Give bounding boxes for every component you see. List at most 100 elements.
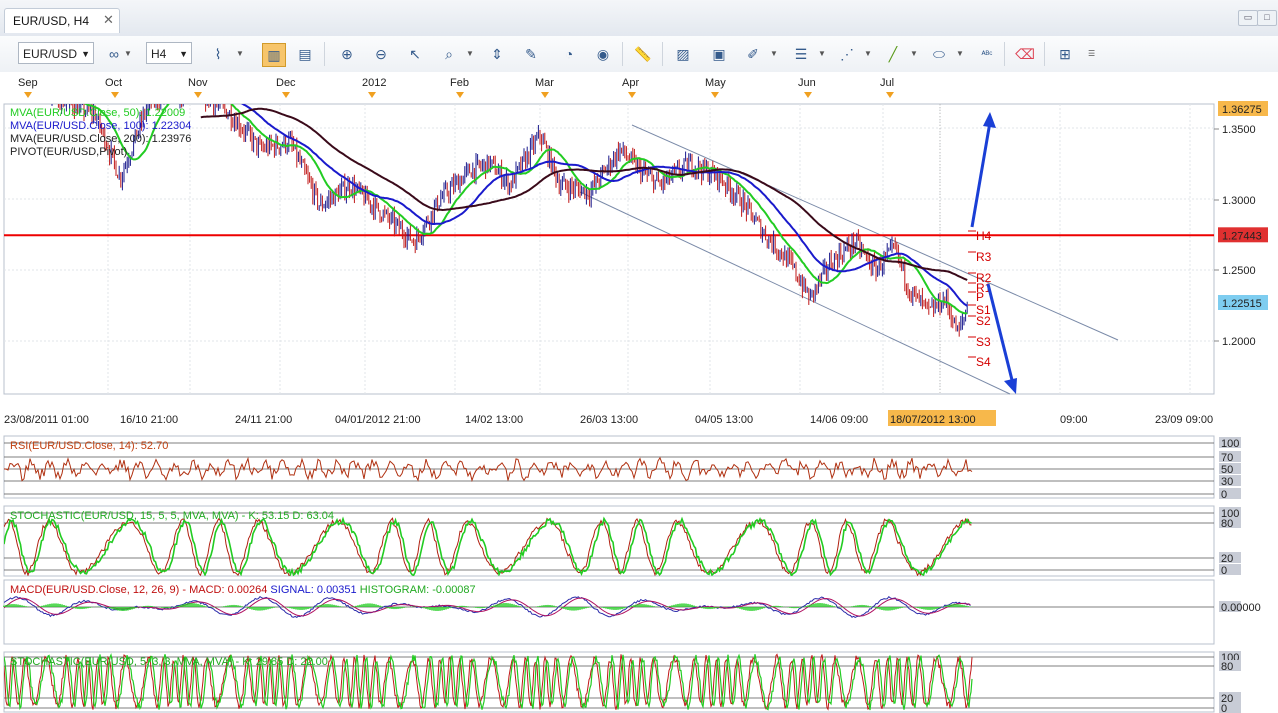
month-marker [628,92,636,98]
globe-icon[interactable]: ◉ [592,43,614,65]
toolbar-separator [1004,42,1005,66]
ruler-icon[interactable]: 📏 [632,43,654,65]
time-label: 04/05 13:00 [695,414,753,426]
month-marker [368,92,376,98]
time-label: 16/10 21:00 [120,414,178,426]
maximize-icon[interactable]: □ [1257,10,1277,26]
timeframe-value: H4 [151,47,167,61]
restore-icon[interactable]: ▭ [1238,10,1258,26]
stochastic-panel-1: STOCHASTIC(EUR/USD, 15, 5, 5, MVA, MVA) … [3,505,1241,577]
timeframe-select[interactable]: H4 ▼ [146,42,192,64]
indicator-icon[interactable]: ◔ [558,43,580,65]
month-label: Dec [276,77,296,89]
eraser-icon[interactable]: ⌫ [1014,43,1036,65]
level-label: 50 [1221,464,1233,476]
chevron-down-icon[interactable]: ▼ [236,43,244,65]
level-label: 70 [1221,452,1233,464]
pivot-label-r3: R3 [976,250,992,264]
time-label: 24/11 21:00 [235,414,292,426]
top-price-label: 1.36275 [1222,104,1262,116]
month-marker [111,92,119,98]
candle-chart-icon[interactable]: ▤ [294,43,316,65]
month-label: Oct [105,77,122,89]
month-marker [456,92,464,98]
chevron-down-icon[interactable]: ▼ [956,43,964,65]
rsi-label: RSI(EUR/USD.Close, 14): 52.70 [10,440,168,452]
chevron-down-icon[interactable]: ▼ [770,43,778,65]
price-axis: 1.36275 1.3500 1.3000 1.2500 1.2000 1.27443 1.… [1214,101,1268,348]
toolbar-separator [324,42,325,66]
time-label: 18/07/2012 13:00 [890,414,976,426]
month-label: 2012 [362,77,386,89]
chevron-down-icon[interactable]: ▼ [124,43,132,65]
month-label: Sep [18,77,38,89]
pivot-label-s2: S2 [976,314,991,328]
lines-icon[interactable]: ☰ [790,43,812,65]
chevron-down-icon[interactable]: ▼ [466,43,474,65]
zoom-select-icon[interactable]: ⌕ [438,43,460,65]
legend-item: MVA(EUR/USD.Close, 200): 1.23976 [10,133,191,145]
chevron-down-icon: ▼ [81,49,90,59]
link-icon[interactable]: ∞ [103,43,125,65]
resistance-price-label: 1.27443 [1222,230,1262,242]
level-label: 0.00000 [1221,602,1261,614]
close-icon[interactable]: ✕ [103,12,114,28]
month-label: Mar [535,77,554,89]
toolbar-overflow-icon[interactable]: ☰ [1088,43,1095,65]
time-label: 23/09 09:00 [1155,414,1213,426]
chevron-down-icon[interactable]: ▼ [818,43,826,65]
zoom-in-icon[interactable]: ⊕ [336,43,358,65]
chart-toolbar: EUR/USD ▼ ∞ ▼ H4 ▼ ⌇ ▼ ▥ ▤ ⊕ ⊖ ↖ ⌕ ▼ ⇕ ✎ ◔… [0,36,1278,73]
month-label: Feb [450,77,469,89]
trendline-icon[interactable]: ╱ [882,43,904,65]
fit-icon[interactable]: ⇕ [486,43,508,65]
pen-icon[interactable]: ✐ [742,43,764,65]
level-label: 80 [1221,661,1233,673]
window-titlebar: EUR/USD, H4 ✕ ▭ □ [0,0,1278,37]
text-icon[interactable]: ᴬᴮᶜ [976,43,998,65]
month-label: Jul [880,77,894,89]
image-icon[interactable]: ▨ [672,43,694,65]
time-axis: 23/08/2011 01:00 16/10 21:00 24/11 21:00 04… [4,410,1213,426]
month-marker [282,92,290,98]
pivot-label-s4: S4 [976,355,991,369]
time-label: 04/01/2012 21:00 [335,414,421,426]
chevron-down-icon: ▼ [179,49,188,59]
price-tick-label: 1.2500 [1222,265,1256,277]
fib-icon[interactable]: ⋰ [836,43,858,65]
time-label: 09:00 [1060,414,1088,426]
level-label: 0 [1221,489,1227,501]
price-tick-label: 1.2000 [1222,336,1256,348]
pivot-label-s3: S3 [976,335,991,349]
chart-area[interactable]: Sep Oct Nov Dec 2012 Feb Mar Apr May Jun Jul H4 R3 R… [0,72,1278,713]
zoom-out-icon[interactable]: ⊖ [370,43,392,65]
level-label: 100 [1221,438,1239,450]
line-chart-icon[interactable]: ⌇ [207,43,229,65]
macd-panel: 0.00000 MACD(EUR/USD.Close, 12, 26, 9) - … [3,579,1261,645]
pivot-label-p: P [976,290,984,304]
level-label: 80 [1221,518,1233,530]
legend-item: MVA(EUR/USD.Close, 50): 1.22009 [10,107,185,119]
rsi-panel: RSI(EUR/USD.Close, 14): 52.70 100 7050300 [3,435,1241,501]
objects-icon[interactable]: ⊞ [1054,43,1076,65]
month-label: Nov [188,77,208,89]
draw-icon[interactable]: ✎ [520,43,542,65]
template-icon[interactable]: ▣ [708,43,730,65]
symbol-select[interactable]: EUR/USD ▼ [18,42,94,64]
bar-chart-icon[interactable]: ▥ [262,43,286,67]
chevron-down-icon[interactable]: ▼ [910,43,918,65]
chevron-down-icon[interactable]: ▼ [864,43,872,65]
stochastic-panel-2: STOCHASTIC(EUR/USD, 5, 3, 3, MVA, MVA) -… [3,651,1241,713]
month-label: May [705,77,726,89]
chart-tab[interactable]: EUR/USD, H4 ✕ [4,8,120,33]
price-panel [3,103,1215,395]
level-label: 0 [1221,703,1227,713]
ellipse-icon[interactable]: ⬭ [928,43,950,65]
cursor-icon[interactable]: ↖ [404,43,426,65]
price-tick-label: 1.3000 [1222,195,1256,207]
current-price-label: 1.22515 [1222,298,1262,310]
time-label: 14/06 09:00 [810,414,868,426]
month-marker [541,92,549,98]
st1-label: STOCHASTIC(EUR/USD, 15, 5, 5, MVA, MVA) … [10,510,334,522]
time-label: 14/02 13:00 [465,414,523,426]
